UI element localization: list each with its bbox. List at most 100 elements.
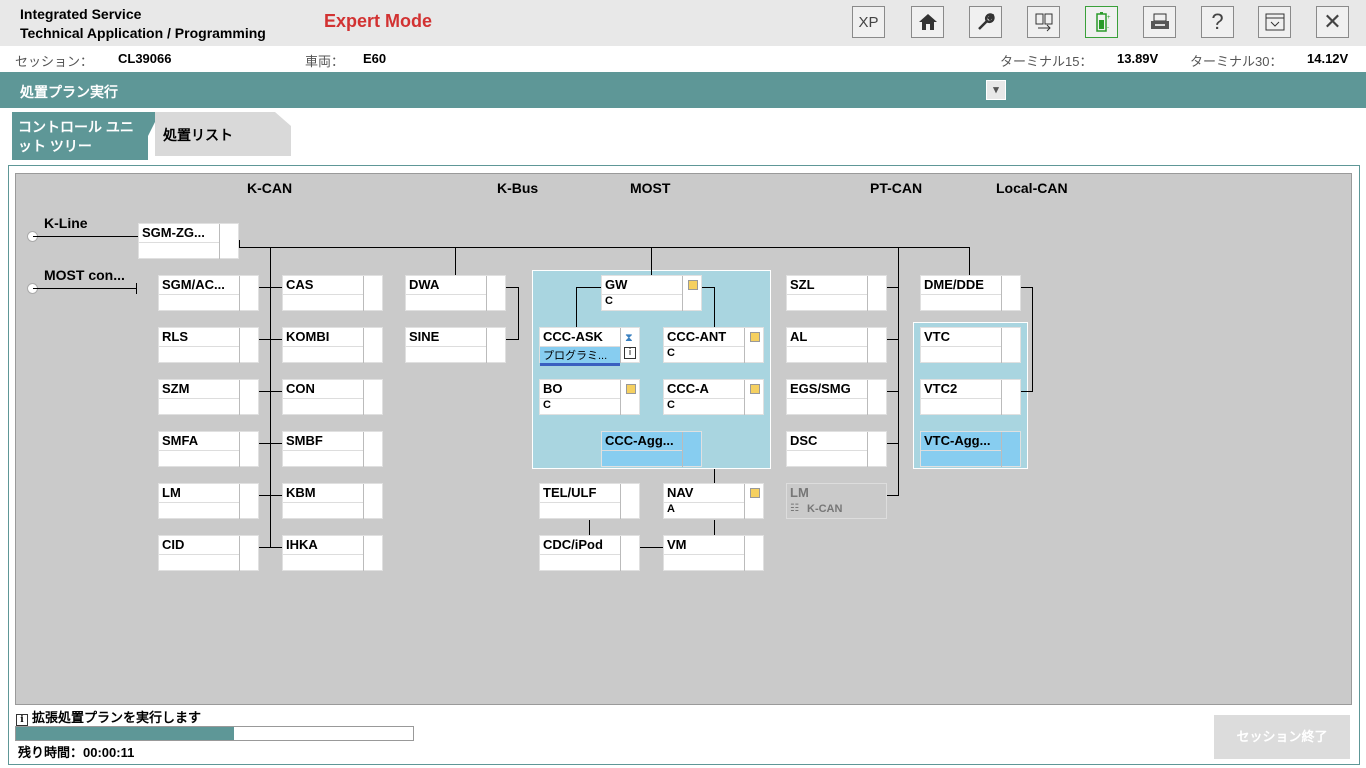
ecu-al[interactable]: AL	[786, 327, 887, 363]
ecu-vtc[interactable]: VTC	[920, 327, 1021, 363]
ecu-name: RLS	[162, 329, 188, 344]
ecu-kombi[interactable]: KOMBI	[282, 327, 383, 363]
ecu-name: SZM	[162, 381, 190, 396]
ecu-name: CON	[286, 381, 315, 396]
status-flag-icon	[750, 332, 760, 342]
end-session-button[interactable]: セッション終了	[1214, 715, 1350, 759]
swap-button[interactable]	[1027, 6, 1060, 38]
progress-fill	[16, 727, 235, 740]
ecu-name: VTC-Agg...	[924, 433, 991, 448]
ecu-name: KOMBI	[286, 329, 330, 344]
ecu-con[interactable]: CON	[282, 379, 383, 415]
service-button[interactable]	[969, 6, 1002, 38]
ecu-cdc-ipod[interactable]: CDC/iPod	[539, 535, 640, 571]
ecu-szm[interactable]: SZM	[158, 379, 259, 415]
wrench-icon	[977, 13, 995, 30]
ecu-name: CCC-A	[667, 381, 709, 396]
ecu-name: BO	[543, 381, 563, 396]
ecu-name: VTC	[924, 329, 950, 344]
ecu-vtc-agg[interactable]: VTC-Agg...	[920, 431, 1021, 467]
bus-label-ptcan: PT-CAN	[870, 180, 923, 196]
xp-icon: XP	[858, 13, 879, 31]
terminal30-value: 14.12V	[1307, 51, 1349, 66]
ecu-sgm-zg[interactable]: SGM-ZG...	[138, 223, 239, 259]
ecu-name: LM	[162, 485, 181, 500]
section-header: 処置プラン実行 ▾	[0, 72, 1366, 108]
ecu-lm-kcan[interactable]: LM ☷ K-CAN	[786, 483, 887, 519]
battery-icon: +-	[1095, 12, 1111, 32]
collapse-button[interactable]	[1258, 6, 1291, 38]
ecu-vtc2[interactable]: VTC2	[920, 379, 1021, 415]
ecu-variant: A	[667, 503, 675, 515]
ecu-name: EGS/SMG	[790, 381, 851, 396]
ecu-ihka[interactable]: IHKA	[282, 535, 383, 571]
ecu-variant: C	[667, 399, 675, 411]
terminal15-value: 13.89V	[1117, 51, 1159, 66]
home-button[interactable]	[911, 6, 944, 38]
ecu-lm[interactable]: LM	[158, 483, 259, 519]
ecu-name: DSC	[790, 433, 818, 448]
tab-control-unit-tree[interactable]: コントロール ユニット ツリー	[12, 112, 160, 160]
ecu-name: DWA	[409, 277, 440, 292]
ecu-vm[interactable]: VM	[663, 535, 764, 571]
ecu-name: TEL/ULF	[543, 485, 597, 500]
help-button[interactable]: ?	[1201, 6, 1234, 38]
ecu-ccc-ant[interactable]: CCC-ANT C	[663, 327, 764, 363]
ecu-name: GW	[605, 277, 628, 292]
info-icon[interactable]: i	[624, 347, 636, 359]
ecu-name: SGM-ZG...	[142, 225, 205, 240]
ecu-tel-ulf[interactable]: TEL/ULF	[539, 483, 640, 519]
ecu-name: CCC-Agg...	[605, 433, 674, 448]
title-bar: Integrated Service Technical Application…	[0, 0, 1366, 46]
ecu-kbm[interactable]: KBM	[282, 483, 383, 519]
ecu-name: SINE	[409, 329, 440, 344]
ecu-sgm-ac[interactable]: SGM/AC...	[158, 275, 259, 311]
ecu-bo[interactable]: BO C	[539, 379, 640, 415]
mode-label: Expert Mode	[324, 11, 433, 31]
ecu-szl[interactable]: SZL	[786, 275, 887, 311]
ecu-nav[interactable]: NAV A	[663, 483, 764, 519]
battery-button[interactable]: + -	[1085, 6, 1118, 38]
close-button[interactable]: ✕	[1316, 6, 1349, 38]
ecu-name: VM	[667, 537, 687, 552]
session-label: セッション：	[15, 54, 94, 69]
ecu-name: SMBF	[286, 433, 323, 448]
expand-icon[interactable]: ▾	[986, 80, 1006, 100]
ecu-egs-smg[interactable]: EGS/SMG	[786, 379, 887, 415]
ecu-dwa[interactable]: DWA	[405, 275, 506, 311]
ecu-variant: C	[667, 347, 675, 359]
vehicle-label: 車両：	[305, 54, 345, 69]
app-title-line1: Integrated Service	[20, 6, 142, 22]
ecu-variant: C	[543, 399, 551, 411]
terminal30-label: ターミナル30：	[1190, 54, 1283, 69]
ecu-name: VTC2	[924, 381, 958, 396]
ecu-cid[interactable]: CID	[158, 535, 259, 571]
status-flag-icon	[688, 280, 698, 290]
close-icon: ✕	[1323, 9, 1342, 34]
swap-icon	[1035, 13, 1052, 32]
print-button[interactable]	[1143, 6, 1176, 38]
ecu-smbf[interactable]: SMBF	[282, 431, 383, 467]
app-title-line2: Technical Application / Programming	[20, 25, 266, 41]
tab-action-list[interactable]: 処置リスト	[155, 112, 291, 156]
xp-button[interactable]: XP	[852, 6, 885, 38]
ecu-ccc-agg[interactable]: CCC-Agg...	[601, 431, 702, 467]
ecu-gw[interactable]: GW C	[601, 275, 702, 311]
ecu-name: CID	[162, 537, 185, 552]
help-icon: ?	[1211, 9, 1224, 34]
bus-label-localcan: Local-CAN	[996, 180, 1068, 196]
ecu-ccc-a[interactable]: CCC-A C	[663, 379, 764, 415]
ecu-dsc[interactable]: DSC	[786, 431, 887, 467]
ecu-cas[interactable]: CAS	[282, 275, 383, 311]
ecu-dme-dde[interactable]: DME/DDE	[920, 275, 1021, 311]
status-text: 拡張処置プランを実行します	[32, 710, 202, 725]
ecu-ccc-ask[interactable]: CCC-ASK プログラミ... ⧗ i	[539, 327, 640, 366]
terminal15-label: ターミナル15：	[1000, 54, 1093, 69]
ecu-name: SZL	[790, 277, 815, 292]
most-con-label: MOST con...	[44, 267, 125, 283]
ecu-sine[interactable]: SINE	[405, 327, 506, 363]
print-icon	[1150, 13, 1169, 29]
ecu-rls[interactable]: RLS	[158, 327, 259, 363]
ecu-smfa[interactable]: SMFA	[158, 431, 259, 467]
ecu-name: DME/DDE	[924, 277, 984, 292]
